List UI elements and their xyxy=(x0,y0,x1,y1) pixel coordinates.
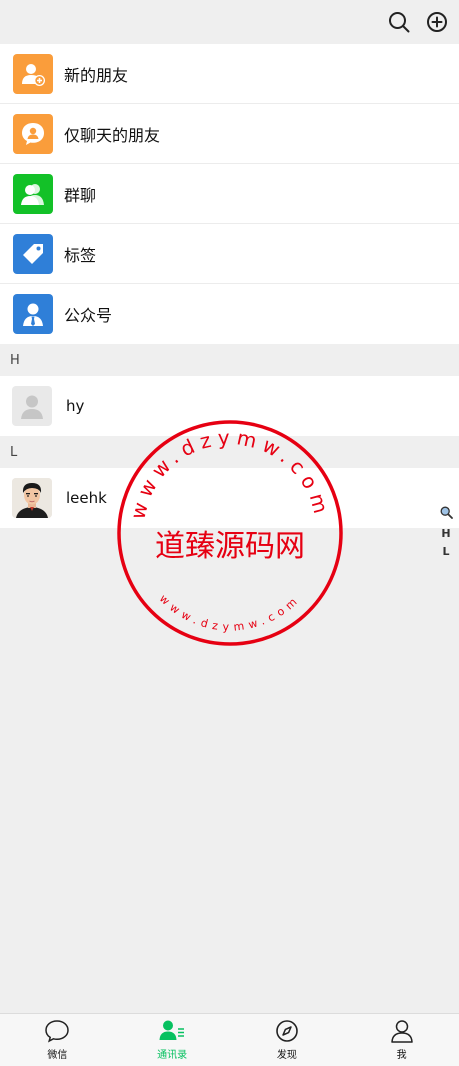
tab-label: 通讯录 xyxy=(157,1050,188,1061)
tab-label: 微信 xyxy=(47,1050,68,1061)
chat-only-icon xyxy=(13,114,53,154)
tab-me[interactable]: 我 xyxy=(344,1014,459,1066)
alphabet-index-bar[interactable]: H L xyxy=(439,506,453,559)
group-chats-row[interactable]: 群聊 xyxy=(0,164,459,224)
top-bar xyxy=(0,0,459,44)
default-avatar xyxy=(12,386,52,426)
row-label: 群聊 xyxy=(64,186,97,205)
tags-row[interactable]: 标签 xyxy=(0,224,459,284)
contact-row-hy[interactable]: hy xyxy=(0,376,459,436)
section-header-l: L xyxy=(0,436,459,468)
row-label: 新的朋友 xyxy=(64,66,129,85)
tab-label: 我 xyxy=(396,1050,407,1061)
group-chat-icon xyxy=(13,174,53,214)
add-friend-icon xyxy=(13,54,53,94)
tag-icon xyxy=(13,234,53,274)
contact-name: hy xyxy=(66,397,85,415)
chat-only-friends-row[interactable]: 仅聊天的朋友 xyxy=(0,104,459,164)
tab-contacts[interactable]: 通讯录 xyxy=(115,1014,230,1066)
cartoon-avatar xyxy=(12,478,52,518)
official-account-icon xyxy=(13,294,53,334)
watermark-ring-text-small: www.dzymw.com xyxy=(157,592,303,634)
index-letter-l[interactable]: L xyxy=(442,545,449,559)
row-label: 公众号 xyxy=(64,306,113,325)
person-icon xyxy=(390,1020,413,1043)
watermark-center-text: 道臻源码网 xyxy=(155,529,305,564)
index-letter-h[interactable]: H xyxy=(441,527,450,541)
contact-row-leehk[interactable]: leehk xyxy=(0,468,459,528)
chat-bubble-icon xyxy=(45,1020,70,1043)
new-friends-row[interactable]: 新的朋友 xyxy=(0,44,459,104)
row-label: 仅聊天的朋友 xyxy=(64,126,161,145)
official-accounts-row[interactable]: 公众号 xyxy=(0,284,459,344)
row-label: 标签 xyxy=(64,246,97,265)
contact-name: leehk xyxy=(66,489,107,507)
tab-chats[interactable]: 微信 xyxy=(0,1014,115,1066)
search-icon[interactable] xyxy=(440,506,453,523)
section-header-h: H xyxy=(0,344,459,376)
search-icon[interactable] xyxy=(387,10,411,34)
contacts-icon xyxy=(159,1020,185,1040)
tab-label: 发现 xyxy=(276,1050,297,1061)
compass-icon xyxy=(276,1020,298,1042)
contacts-list: 新的朋友 仅聊天的朋友 群聊 标签 公众号 H hy L leehk xyxy=(0,44,459,528)
bottom-tab-bar: 微信 通讯录 发现 我 xyxy=(0,1013,459,1066)
add-circle-icon[interactable] xyxy=(425,10,449,34)
tab-discover[interactable]: 发现 xyxy=(230,1014,345,1066)
